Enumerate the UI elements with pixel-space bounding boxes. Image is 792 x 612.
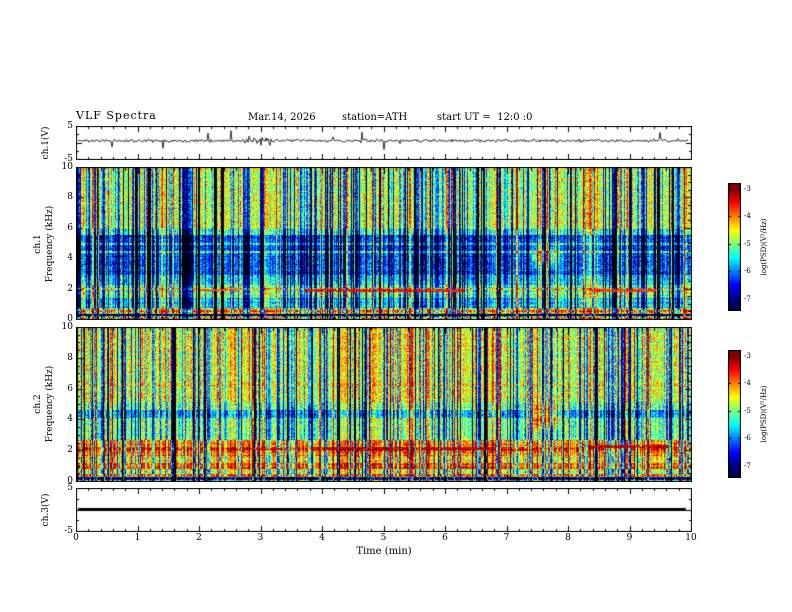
ch1-spectrogram-panel <box>76 167 692 320</box>
colorbar-tick-label: -3 <box>744 184 751 193</box>
ch1-frequency-axis-label: Frequency (kHz) <box>45 205 55 283</box>
ch1-voltage-axis-label: ch.1(V) <box>41 126 51 160</box>
ch1-frequency-tick-label: 6 <box>67 222 73 233</box>
ch1-frequency-tick-label: 10 <box>61 162 73 172</box>
ch1-colorbar-label: log(PSD)(V²/Hz) <box>760 218 768 276</box>
vlf-spectra-figure: VLF Spectra Mar.14, 2026 station=ATH sta… <box>0 0 792 612</box>
ch2-frequency-tick-label: 8 <box>67 352 73 363</box>
ch2-frequency-tick-label: 10 <box>61 322 73 332</box>
ch2-axis-label: ch.2 <box>33 394 43 414</box>
ch2-frequency-tick-label: 2 <box>67 445 73 456</box>
ch1-frequency-tick-label: 8 <box>67 192 73 203</box>
colorbar-tick-label: -6 <box>744 267 751 276</box>
ch1-axis-label: ch.1 <box>33 234 43 254</box>
colorbar-tick-label: -7 <box>744 461 751 470</box>
colorbar-tick-label: -7 <box>744 294 751 303</box>
plot-date: Mar.14, 2026 <box>248 112 316 123</box>
ch2-frequency-axis-label: Frequency (kHz) <box>45 365 55 443</box>
x-tick-label: 4 <box>319 533 325 543</box>
x-tick-label: 6 <box>442 533 448 543</box>
colorbar-tick-label: -4 <box>744 379 751 388</box>
ch3-waveform-panel <box>76 488 692 532</box>
ch1-frequency-tick-label: 4 <box>67 253 73 264</box>
x-tick-label: 10 <box>685 533 697 543</box>
ch1-waveform-panel <box>76 126 692 160</box>
ch3-voltage-axis-label: ch.3(V) <box>41 493 51 527</box>
colorbar-tick-label: -4 <box>744 212 751 221</box>
colorbar-tick-label: -3 <box>744 351 751 360</box>
station-label: station=ATH <box>342 112 408 123</box>
ch1-voltage-tick-label: 5 <box>67 121 73 131</box>
ch1-colorbar <box>728 183 741 311</box>
colorbar-tick-label: -5 <box>744 406 751 415</box>
ch2-colorbar-label: log(PSD)(V²/Hz) <box>760 385 768 443</box>
x-tick-label: 2 <box>196 533 202 543</box>
ch2-frequency-tick-label: 6 <box>67 383 73 394</box>
ch3-voltage-tick-label: 5 <box>67 483 73 493</box>
ch3-voltage-tick-label: -5 <box>64 526 73 536</box>
ch2-colorbar <box>728 350 741 478</box>
x-tick-label: 5 <box>380 533 387 543</box>
plot-title: VLF Spectra <box>76 109 157 122</box>
x-tick-label: 8 <box>565 533 571 543</box>
time-axis-label: Time (min) <box>356 546 412 557</box>
x-tick-label: 9 <box>626 533 633 543</box>
x-tick-label: 7 <box>503 533 510 543</box>
ch1-frequency-tick-label: 2 <box>67 283 73 294</box>
x-tick-label: 1 <box>134 533 141 543</box>
ch2-spectrogram-panel <box>76 327 692 482</box>
x-tick-label: 3 <box>257 533 264 543</box>
colorbar-tick-label: -5 <box>744 239 751 248</box>
colorbar-tick-label: -6 <box>744 434 751 443</box>
ch2-frequency-tick-label: 4 <box>67 414 73 425</box>
start-ut-label: start UT = 12:0 :0 <box>437 112 533 123</box>
